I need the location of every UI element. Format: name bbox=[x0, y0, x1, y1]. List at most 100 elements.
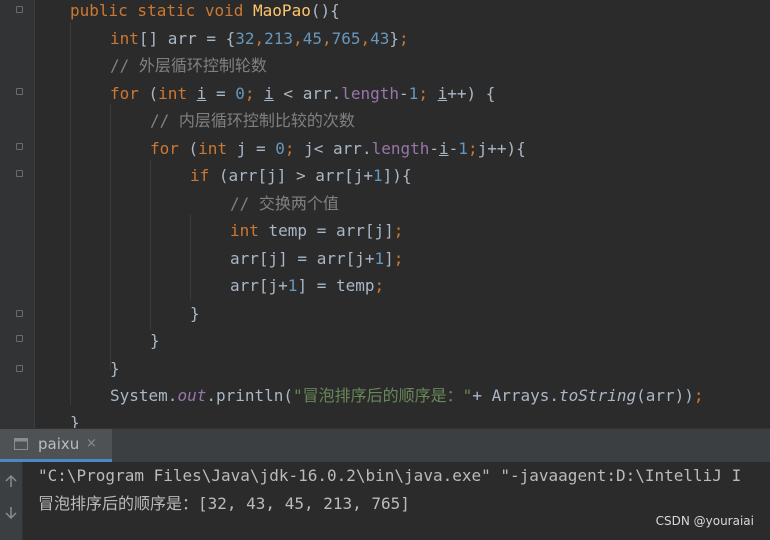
code-token: System. bbox=[110, 386, 178, 405]
run-tool-window-header: paixu × bbox=[0, 428, 770, 463]
code-token: int bbox=[230, 221, 269, 240]
code-token: ( bbox=[188, 138, 199, 158]
fold-marker-icon[interactable] bbox=[16, 88, 23, 95]
code-line: System.out.println("冒泡排序后的顺序是："+ Arrays.… bbox=[110, 385, 704, 407]
code-line: arr[j] = arr[j+1]; bbox=[230, 248, 403, 270]
code-token: 43 bbox=[370, 28, 390, 48]
code-token: MaoPao bbox=[253, 1, 311, 20]
close-icon[interactable]: × bbox=[86, 436, 97, 451]
code-token: arr[j+ bbox=[230, 276, 288, 295]
code-token: temp = arr[j] bbox=[268, 221, 394, 240]
code-token: [] arr = { bbox=[138, 28, 236, 48]
run-config-icon bbox=[14, 438, 28, 450]
code-token: 1 bbox=[374, 248, 385, 268]
code-token: toString bbox=[559, 386, 637, 405]
fold-marker-icon[interactable] bbox=[16, 335, 23, 342]
fold-marker-icon[interactable] bbox=[16, 310, 23, 317]
console-toolbar bbox=[0, 462, 23, 540]
code-line: int[] arr = {32,213,45,765,43}; bbox=[110, 28, 409, 50]
code-token: 1 bbox=[458, 138, 468, 158]
code-token: i bbox=[439, 138, 449, 158]
arrow-down-icon[interactable] bbox=[2, 504, 20, 522]
code-token: int bbox=[198, 138, 237, 158]
code-token: , bbox=[293, 28, 303, 48]
code-token: (arr[j] > arr[j+ bbox=[218, 166, 374, 185]
code-token: - bbox=[399, 83, 409, 103]
run-tab-paixu[interactable]: paixu × bbox=[0, 429, 112, 462]
fold-marker-icon[interactable] bbox=[16, 365, 23, 372]
indent-guide bbox=[190, 214, 191, 300]
code-token: 32 bbox=[235, 28, 255, 48]
fold-marker-icon[interactable] bbox=[16, 170, 23, 177]
code-token: ; bbox=[284, 138, 305, 158]
code-token: 1 bbox=[287, 276, 298, 295]
code-token: , bbox=[254, 28, 265, 48]
code-line: for (int j = 0; j< arr.length-i-1;j++){ bbox=[150, 138, 526, 160]
code-token: ; bbox=[374, 276, 385, 295]
code-line: int temp = arr[j]; bbox=[230, 220, 403, 242]
code-token: ; bbox=[467, 138, 478, 158]
code-token: ; bbox=[418, 83, 438, 103]
code-token: } bbox=[110, 358, 120, 378]
code-editor[interactable]: public static void MaoPao(){int[] arr = … bbox=[0, 0, 770, 428]
code-token: ; bbox=[693, 386, 704, 405]
code-token: length bbox=[371, 138, 430, 158]
code-token: < arr. bbox=[273, 83, 342, 103]
code-line: } bbox=[70, 412, 80, 428]
arrow-up-icon[interactable] bbox=[2, 472, 20, 490]
code-line: public static void MaoPao(){ bbox=[70, 0, 340, 22]
code-token: ; bbox=[399, 28, 409, 48]
code-token: ; bbox=[244, 83, 265, 103]
code-line: for (int i = 0; i < arr.length-1; i++) { bbox=[110, 83, 495, 105]
code-token: i bbox=[264, 83, 274, 103]
code-line: // 外层循环控制轮数 bbox=[110, 55, 267, 77]
indent-guide bbox=[150, 160, 151, 330]
code-token: // 外层循环控制轮数 bbox=[110, 56, 267, 75]
code-token: j++){ bbox=[477, 138, 526, 158]
code-line: // 内层循环控制比较的次数 bbox=[150, 110, 355, 132]
code-line: } bbox=[110, 358, 120, 380]
code-token: , bbox=[360, 28, 371, 48]
fold-marker-icon[interactable] bbox=[16, 143, 23, 150]
code-token: ( bbox=[148, 83, 159, 103]
run-console[interactable]: "C:\Program Files\Java\jdk-16.0.2\bin\ja… bbox=[0, 462, 770, 540]
code-token: 45 bbox=[302, 28, 322, 48]
code-token: (){ bbox=[310, 1, 340, 20]
code-token: } bbox=[70, 413, 80, 428]
code-token: 0 bbox=[235, 83, 245, 103]
code-token: } bbox=[190, 303, 200, 323]
code-token: arr[j] = arr[j+ bbox=[230, 248, 375, 268]
code-token: for bbox=[110, 83, 149, 103]
indent-guide bbox=[70, 22, 71, 405]
code-token: int bbox=[158, 83, 197, 103]
code-token: ] = temp bbox=[297, 276, 375, 295]
code-token: 765 bbox=[331, 28, 361, 48]
code-token: length bbox=[341, 83, 400, 103]
code-token: public static void bbox=[70, 1, 254, 20]
code-token: - bbox=[448, 138, 459, 158]
code-token: int bbox=[110, 28, 139, 48]
code-token: = bbox=[206, 83, 236, 103]
fold-marker-icon[interactable] bbox=[16, 6, 23, 13]
code-token: .println( bbox=[206, 386, 294, 405]
code-token: } bbox=[150, 331, 160, 350]
code-token: } bbox=[389, 28, 400, 48]
code-token: for bbox=[150, 138, 189, 158]
code-token: i bbox=[196, 83, 207, 103]
code-token: if bbox=[190, 166, 219, 185]
code-token: // 交换两个值 bbox=[230, 193, 339, 213]
code-token: 0 bbox=[275, 138, 285, 158]
console-command-line: "C:\Program Files\Java\jdk-16.0.2\bin\ja… bbox=[38, 466, 742, 485]
code-token: ]){ bbox=[382, 166, 412, 185]
editor-gutter bbox=[0, 0, 35, 428]
indent-guide bbox=[110, 104, 111, 370]
code-token: ++) { bbox=[447, 83, 496, 103]
code-token: i bbox=[437, 83, 448, 103]
code-token: j< arr. bbox=[304, 138, 372, 158]
code-token: 1 bbox=[373, 166, 383, 185]
console-output-line: 冒泡排序后的顺序是：[32, 43, 45, 213, 765] bbox=[38, 494, 410, 513]
code-token: "冒泡排序后的顺序是：" bbox=[293, 386, 473, 405]
code-token: // 内层循环控制比较的次数 bbox=[150, 111, 355, 130]
code-token: out bbox=[177, 386, 207, 405]
watermark: CSDN @youraiai bbox=[655, 514, 754, 528]
